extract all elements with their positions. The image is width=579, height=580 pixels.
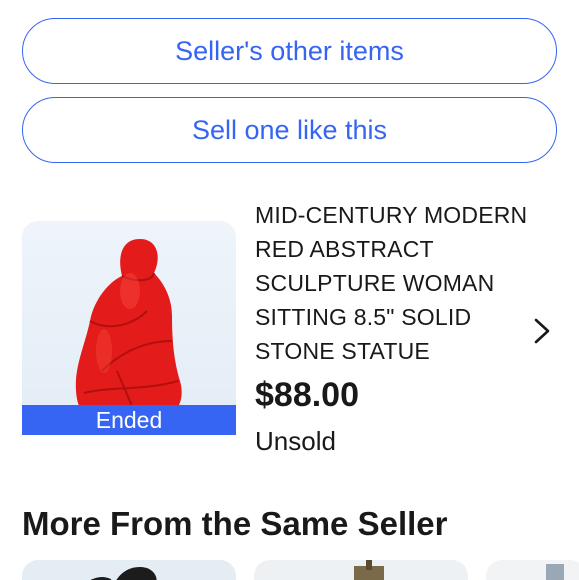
item-status: Unsold — [255, 426, 336, 456]
more-from-seller-heading: More From the Same Seller — [22, 505, 448, 542]
related-item-image — [354, 560, 384, 580]
item-price: $88.00 — [255, 376, 359, 414]
item-title[interactable]: MID-CENTURY MODERN RED ABSTRACT SCULPTUR… — [255, 198, 530, 368]
related-item-thumbnail[interactable] — [254, 560, 468, 580]
chevron-right-icon[interactable] — [529, 316, 555, 346]
related-item-thumbnail[interactable] — [22, 560, 236, 580]
item-thumbnail[interactable]: Ended — [22, 221, 236, 435]
related-item-thumbnail[interactable] — [486, 560, 579, 580]
related-item-image — [90, 567, 157, 580]
sculpture-image — [75, 239, 182, 428]
sell-one-like-this-button[interactable]: Sell one like this — [22, 97, 557, 163]
related-item-image — [546, 564, 564, 580]
item-card[interactable]: Ended MID-CENTURY MODERN RED ABSTRACT SC… — [22, 198, 567, 468]
ended-badge: Ended — [22, 405, 236, 435]
sellers-other-items-button[interactable]: Seller's other items — [22, 18, 557, 84]
